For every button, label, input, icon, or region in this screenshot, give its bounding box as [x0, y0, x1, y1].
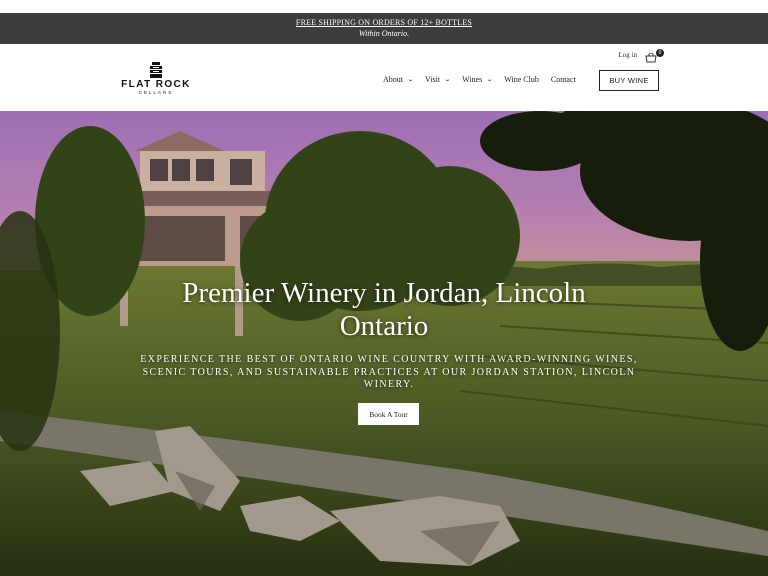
nav-label: About	[383, 75, 403, 84]
buy-wine-button[interactable]: BUY WINE	[599, 70, 659, 91]
hero-title-line1: Premier Winery in Jordan, Lincoln	[182, 277, 586, 309]
hero-title: Premier Winery in Jordan, Lincoln Ontari…	[0, 277, 768, 343]
nav-label: Visit	[425, 75, 441, 84]
hero-banner: Premier Winery in Jordan, Lincoln Ontari…	[0, 111, 768, 576]
site-logo[interactable]: FLAT ROCK CELLARS	[118, 62, 194, 102]
nav-item-about[interactable]: About ⌄	[383, 75, 415, 84]
chevron-down-icon: ⌄	[406, 77, 415, 83]
nav-label: Wine Club	[504, 75, 539, 84]
nav-item-wine-club[interactable]: Wine Club	[504, 75, 539, 84]
cart-icon	[645, 52, 657, 63]
main-nav: About ⌄ Visit ⌄ Wines ⌄ Wine Club Contac…	[383, 75, 588, 84]
book-tour-button[interactable]: Book A Tour	[358, 403, 419, 425]
site-header: FLAT ROCK CELLARS Log in 0 About ⌄ Visit…	[0, 44, 768, 111]
logo-subtitle: CELLARS	[138, 90, 174, 95]
hero-background-image	[0, 111, 768, 576]
shipping-promo-link[interactable]: FREE SHIPPING ON ORDERS OF 12+ BOTTLES	[0, 17, 768, 28]
login-link[interactable]: Log in	[619, 51, 637, 59]
logo-name: FLAT ROCK	[121, 79, 191, 90]
nav-item-wines[interactable]: Wines ⌄	[462, 75, 494, 84]
nav-label: Wines	[462, 75, 483, 84]
winery-logo-icon	[150, 62, 162, 78]
cart-button[interactable]: 0	[645, 49, 664, 63]
top-strip	[0, 0, 768, 13]
chevron-down-icon: ⌄	[444, 77, 452, 83]
announcement-bar: FREE SHIPPING ON ORDERS OF 12+ BOTTLES W…	[0, 13, 768, 44]
nav-item-visit[interactable]: Visit ⌄	[425, 75, 452, 84]
hero-title-line2: Ontario	[339, 310, 429, 342]
hero-subtitle: EXPERIENCE THE BEST OF ONTARIO WINE COUN…	[140, 354, 638, 390]
cart-count-badge: 0	[656, 49, 664, 57]
shipping-promo-note: Within Ontario.	[358, 29, 410, 38]
nav-label: Contact	[550, 75, 576, 84]
chevron-down-icon: ⌄	[486, 77, 494, 83]
nav-item-contact[interactable]: Contact	[551, 75, 576, 84]
utility-links: Log in 0	[619, 49, 664, 63]
